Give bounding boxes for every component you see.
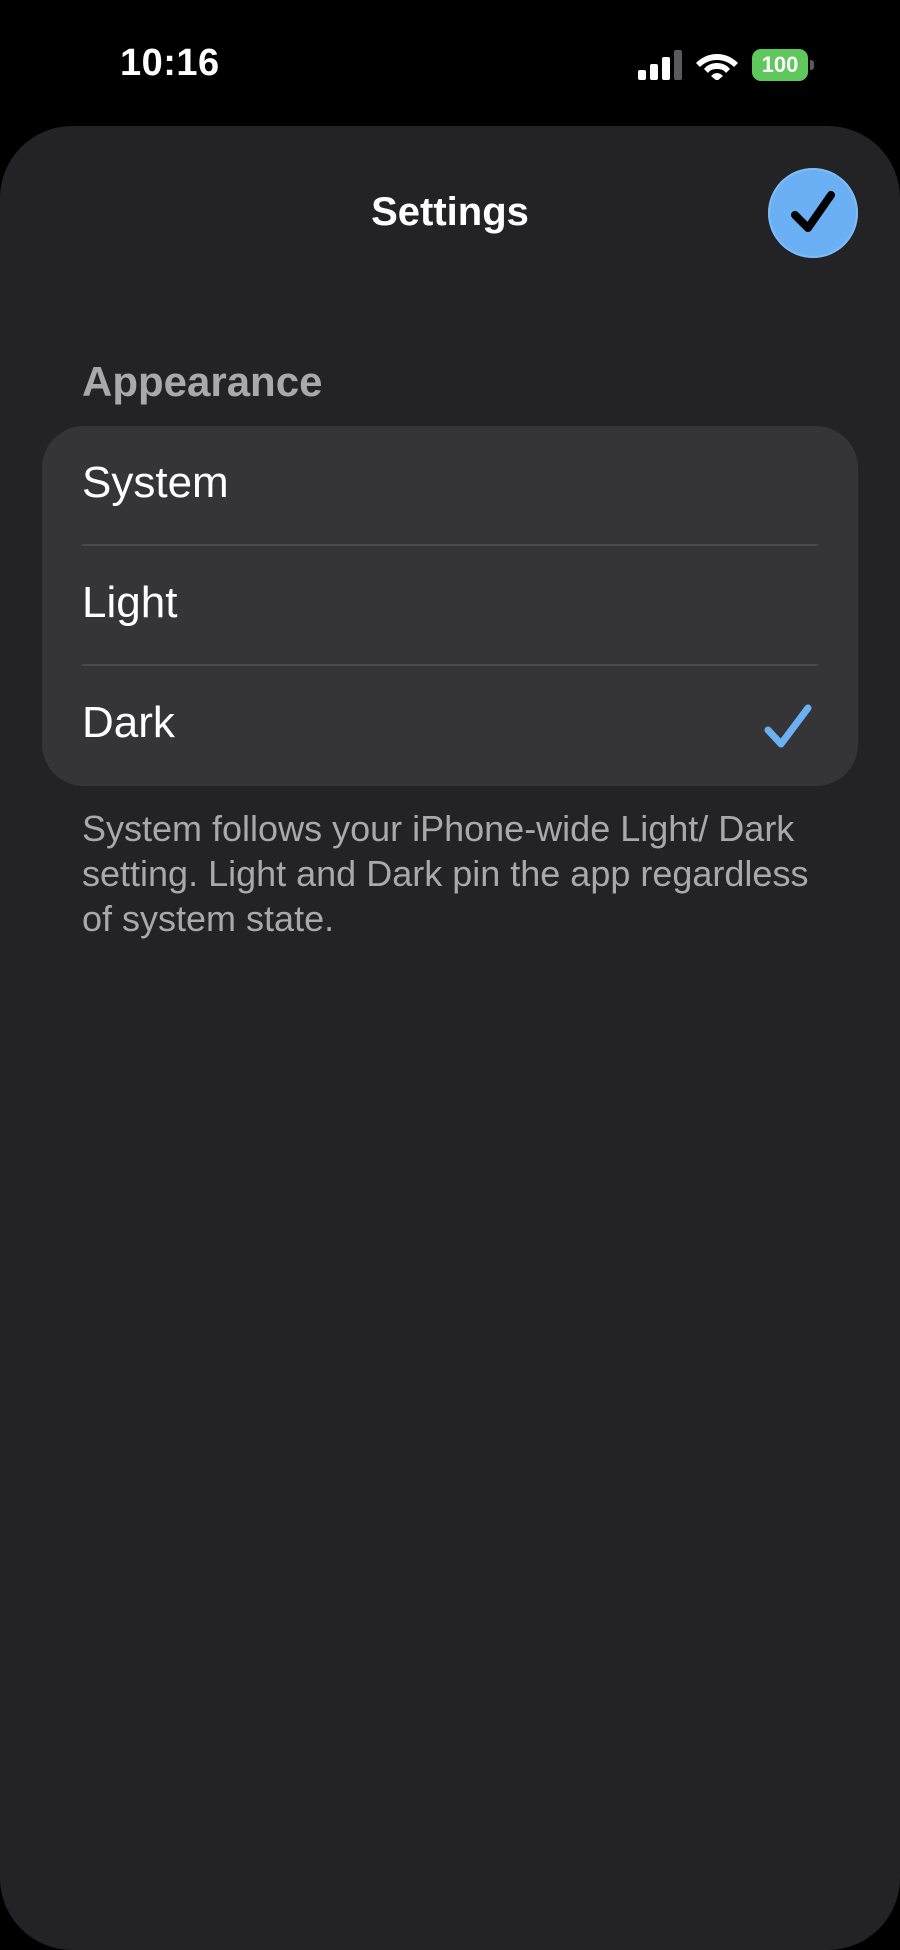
wifi-icon bbox=[696, 54, 738, 80]
selected-checkmark-icon bbox=[764, 704, 812, 748]
appearance-option-light[interactable]: Light bbox=[42, 546, 858, 666]
appearance-option-system[interactable]: System bbox=[42, 426, 858, 546]
sheet-title: Settings bbox=[371, 190, 529, 234]
appearance-options-group: System Light Dark bbox=[42, 426, 858, 786]
status-time: 10:16 bbox=[120, 42, 220, 84]
done-button[interactable] bbox=[768, 168, 858, 258]
battery-cap bbox=[810, 60, 814, 70]
checkmark-icon bbox=[791, 191, 835, 232]
option-label: Dark bbox=[82, 698, 175, 747]
battery-indicator: 100 bbox=[752, 49, 814, 81]
cellular-signal-icon bbox=[638, 50, 682, 80]
status-bar: 10:16 100 bbox=[0, 0, 900, 125]
option-label: Light bbox=[82, 578, 178, 627]
battery-level: 100 bbox=[752, 49, 808, 81]
section-header-appearance: Appearance bbox=[82, 358, 323, 405]
appearance-footer-note: System follows your iPhone-wide Light/ D… bbox=[82, 808, 809, 939]
appearance-option-dark[interactable]: Dark bbox=[42, 666, 858, 786]
settings-sheet: Settings Appearance System Light Dark Sy… bbox=[0, 126, 900, 1950]
option-label: System bbox=[82, 458, 229, 507]
